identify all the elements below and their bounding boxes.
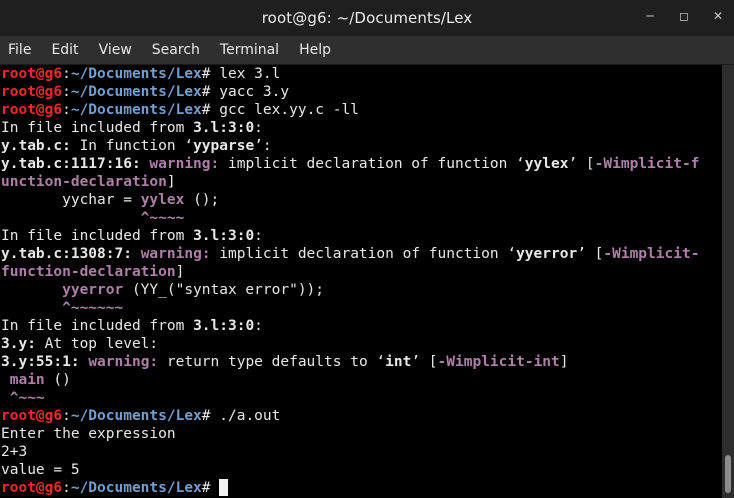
terminal-line: Enter the expression bbox=[1, 426, 176, 442]
terminal-line: root@g6:~/Documents/Lex# bbox=[0, 479, 722, 497]
terminal-line: 3.y: At top level: bbox=[1, 336, 159, 352]
terminal-line: 2+3 bbox=[1, 444, 28, 460]
terminal-line: value = 5 bbox=[1, 462, 80, 478]
terminal-line: y.tab.c:1117:16: warning: implicit decla… bbox=[1, 156, 700, 172]
terminal-line: y.tab.c: In function ‘yyparse’: bbox=[1, 138, 272, 154]
menu-file[interactable]: File bbox=[8, 42, 31, 58]
maximize-icon[interactable]: ◻ bbox=[676, 8, 692, 24]
title-bar[interactable]: root@g6: ~/Documents/Lex ─ ◻ ✕ bbox=[0, 0, 734, 36]
terminal-line: In file included from 3.l:3:0: bbox=[1, 228, 263, 244]
terminal-window: root@g6: ~/Documents/Lex ─ ◻ ✕ File Edit… bbox=[0, 0, 734, 498]
scrollbar-thumb[interactable] bbox=[725, 455, 731, 493]
terminal-line: ^~~~ bbox=[1, 390, 45, 406]
terminal-line: unction-declaration] bbox=[1, 174, 176, 190]
window-title: root@g6: ~/Documents/Lex bbox=[261, 9, 473, 27]
terminal-line: yychar = yylex (); bbox=[1, 192, 220, 208]
minimize-icon[interactable]: ─ bbox=[642, 8, 658, 24]
menu-view[interactable]: View bbox=[99, 42, 132, 58]
terminal-line: function-declaration] bbox=[1, 264, 185, 280]
menu-terminal[interactable]: Terminal bbox=[220, 42, 279, 58]
terminal-line: root@g6:~/Documents/Lex# lex 3.l bbox=[1, 66, 281, 82]
terminal-line: yyerror (YY_("syntax error")); bbox=[62, 282, 325, 298]
menu-edit[interactable]: Edit bbox=[51, 42, 78, 58]
terminal-output[interactable]: root@g6:~/Documents/Lex# lex 3.l root@g6… bbox=[0, 65, 722, 498]
text-cursor bbox=[219, 479, 229, 496]
terminal-line: main () bbox=[9, 372, 71, 388]
command-text: yacc 3.y bbox=[219, 84, 290, 100]
window-controls: ─ ◻ ✕ bbox=[642, 8, 726, 24]
terminal-line: root@g6:~/Documents/Lex# yacc 3.y bbox=[1, 84, 290, 100]
terminal-line: root@g6:~/Documents/Lex# gcc lex.yy.c -l… bbox=[1, 102, 359, 118]
terminal-line: ^~~~~~~ bbox=[1, 300, 124, 316]
terminal-line: y.tab.c:1308:7: warning: implicit declar… bbox=[1, 246, 700, 262]
terminal-line: root@g6:~/Documents/Lex# ./a.out bbox=[1, 408, 281, 424]
menu-bar: File Edit View Search Terminal Help bbox=[0, 36, 734, 65]
command-text: ./a.out bbox=[219, 408, 281, 424]
close-icon[interactable]: ✕ bbox=[710, 8, 726, 24]
command-text: lex 3.l bbox=[219, 66, 281, 82]
menu-help[interactable]: Help bbox=[299, 42, 331, 58]
terminal-line: In file included from 3.l:3:0: bbox=[1, 318, 263, 334]
scrollbar[interactable] bbox=[722, 65, 734, 498]
terminal-line: In file included from 3.l:3:0: bbox=[1, 120, 263, 136]
command-text: gcc lex.yy.c -ll bbox=[219, 102, 359, 118]
terminal-line: ^~~~~ bbox=[1, 210, 185, 226]
menu-search[interactable]: Search bbox=[152, 42, 200, 58]
terminal-line: 3.y:55:1: warning: return type defaults … bbox=[1, 354, 569, 370]
